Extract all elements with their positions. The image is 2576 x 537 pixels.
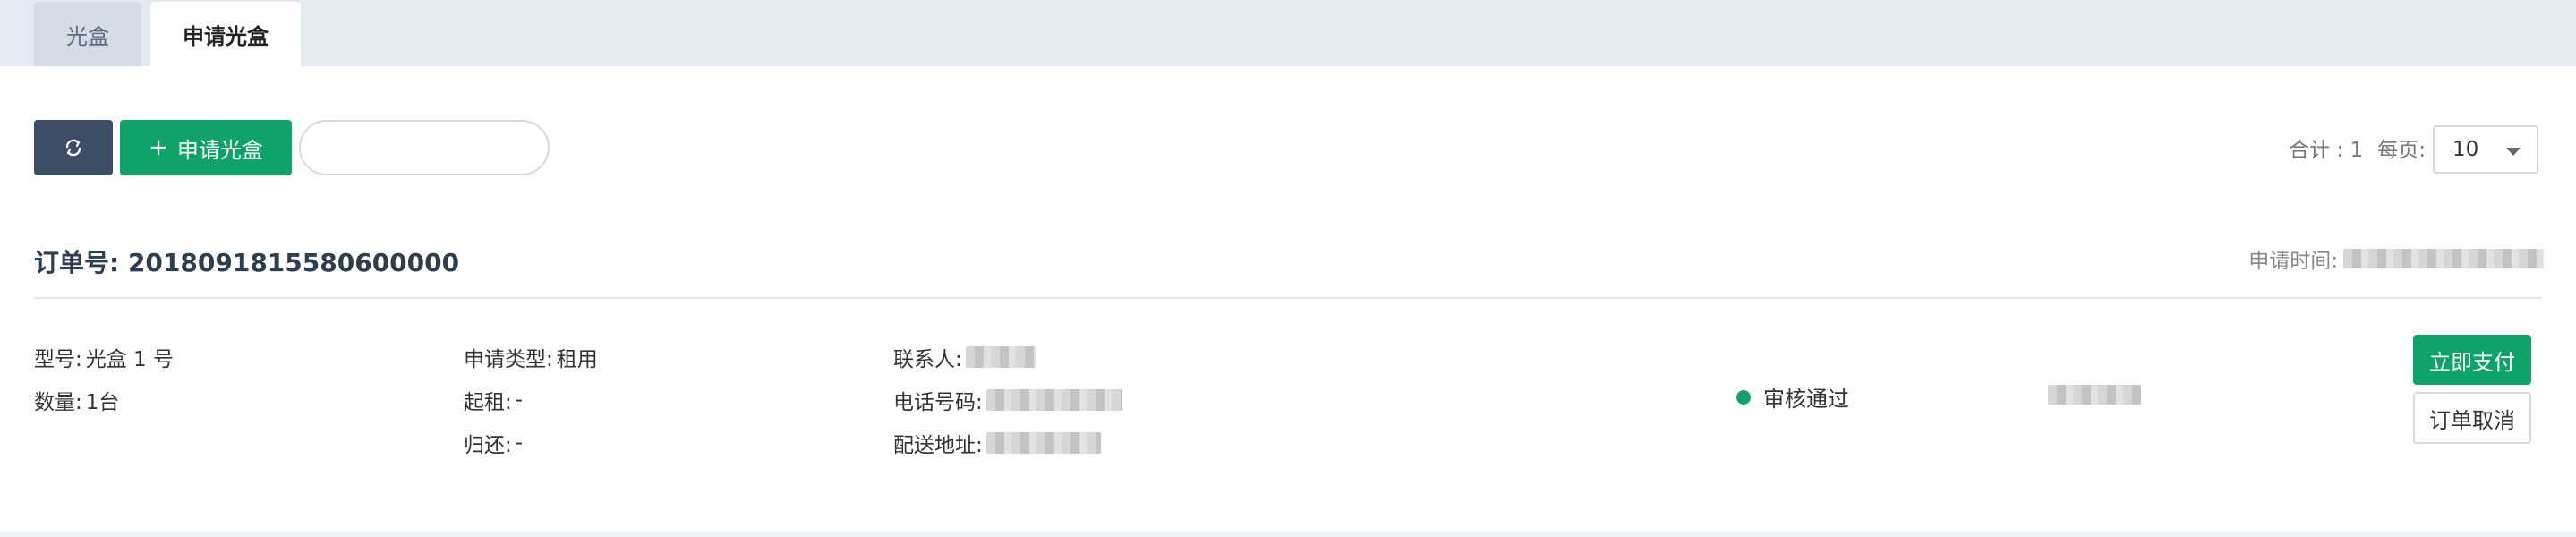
quantity-field: 数量: 1台 — [34, 385, 119, 415]
apply-type-label: 申请类型: — [464, 348, 553, 371]
rent-return-field: 归还: - — [464, 428, 523, 458]
tab-apply-lightbox[interactable]: 申请光盒 — [150, 2, 301, 66]
address-field: 配送地址: — [893, 428, 1101, 458]
divider — [34, 297, 2542, 299]
tab-lightbox[interactable]: 光盒 — [34, 2, 141, 66]
per-page-select[interactable]: 10 — [2433, 125, 2538, 174]
total-count: 合计 : 1 — [2289, 139, 2364, 162]
rent-return-label: 归还: — [464, 434, 512, 457]
contact-label: 联系人: — [893, 348, 962, 371]
redacted-phone — [985, 389, 1122, 411]
status-text: 审核通过 — [1763, 387, 1849, 412]
cancel-order-button[interactable]: 订单取消 — [2413, 392, 2531, 444]
rent-start-label: 起租: — [464, 391, 512, 414]
refresh-button[interactable] — [34, 120, 113, 175]
quantity-label: 数量: — [34, 391, 82, 414]
rent-start-field: 起租: - — [464, 385, 523, 415]
quantity-value: 1台 — [85, 391, 120, 414]
phone-label: 电话号码: — [893, 391, 983, 414]
tab-bar: 光盒 申请光盒 — [0, 0, 2576, 66]
status-dot-icon — [1736, 389, 1751, 405]
per-page-value: 10 — [2452, 138, 2479, 161]
pay-now-button[interactable]: 立即支付 — [2413, 335, 2531, 385]
apply-time: 申请时间: — [2248, 243, 2544, 274]
redacted-status-info — [2048, 385, 2141, 405]
order-number: 订单号: 2018091815580600000 — [34, 248, 460, 277]
chevron-down-icon — [2506, 148, 2521, 156]
model-field: 型号: 光盒 1 号 — [34, 342, 174, 372]
bottom-border — [0, 532, 2576, 537]
apply-time-label: 申请时间: — [2248, 250, 2338, 273]
contact-field: 联系人: — [893, 342, 1036, 372]
redacted-apply-time — [2343, 249, 2544, 268]
redacted-address — [985, 432, 1101, 454]
redacted-contact — [965, 346, 1036, 368]
model-value: 光盒 1 号 — [85, 348, 175, 371]
apply-type-value: 租用 — [556, 348, 598, 371]
phone-field: 电话号码: — [893, 385, 1122, 415]
rent-return-value: - — [515, 431, 524, 455]
per-page-label: 每页: — [2377, 139, 2426, 162]
pager-info: 合计 : 1 每页: — [2289, 120, 2426, 175]
address-label: 配送地址: — [893, 434, 983, 457]
search-input[interactable] — [299, 120, 550, 175]
apply-lightbox-button[interactable]: + 申请光盒 — [120, 120, 292, 175]
model-label: 型号: — [34, 348, 82, 371]
apply-type-field: 申请类型: 租用 — [464, 342, 598, 372]
apply-lightbox-label: 申请光盒 — [176, 137, 263, 163]
rent-start-value: - — [515, 388, 524, 412]
plus-icon: + — [149, 134, 168, 161]
order-status: 审核通过 — [1736, 381, 1849, 413]
refresh-icon — [65, 139, 81, 157]
